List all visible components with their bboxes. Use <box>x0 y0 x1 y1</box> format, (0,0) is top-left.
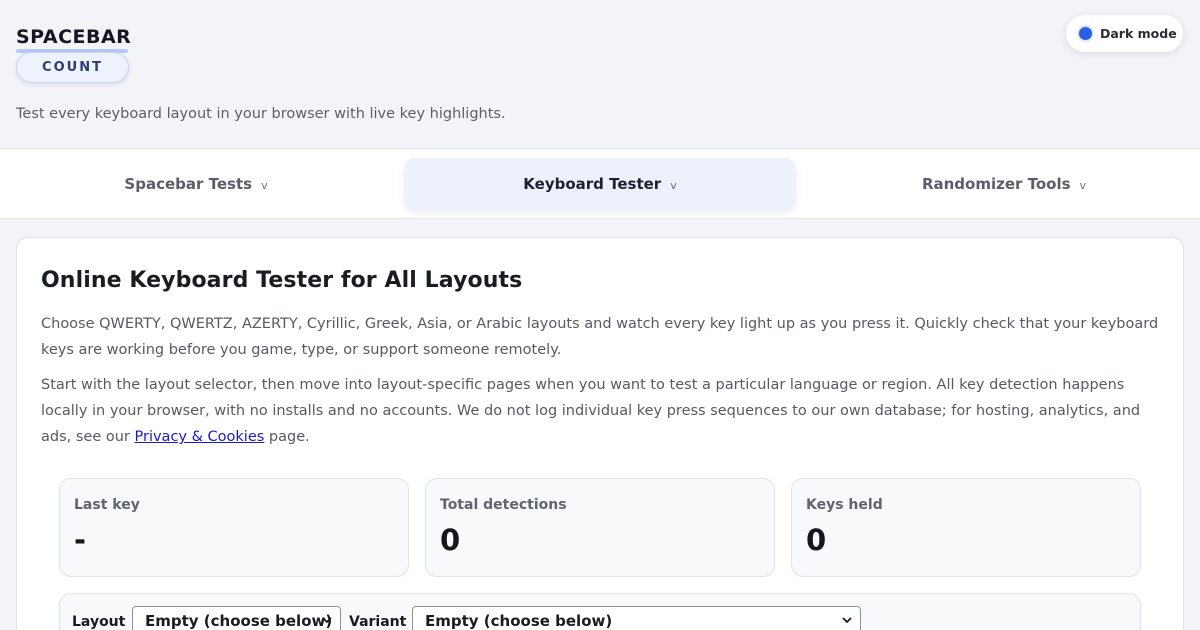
main-nav: Spacebar Tests v Keyboard Tester v Rando… <box>0 148 1200 219</box>
privacy-paragraph: Start with the layout selector, then mov… <box>41 372 1161 450</box>
stat-label: Keys held <box>806 497 883 513</box>
site-tagline: Test every keyboard layout in your brows… <box>16 106 506 122</box>
layout-controls: Layout Empty (choose below) Variant Empt… <box>59 593 1141 630</box>
chevron-down-icon <box>842 617 852 624</box>
privacy-text-end: page. <box>264 429 310 445</box>
intro-paragraph: Choose QWERTY, QWERTZ, AZERTY, Cyrillic,… <box>41 316 1159 358</box>
site-logo[interactable]: SPACEBAR COUNT <box>16 26 132 83</box>
site-header: SPACEBAR COUNT Test every keyboard layou… <box>0 0 1200 148</box>
layout-select[interactable]: Empty (choose below) <box>132 606 341 630</box>
nav-item-label: Spacebar Tests <box>124 175 253 193</box>
chevron-down-icon: v <box>261 179 268 192</box>
toggle-dot-icon <box>1079 27 1092 40</box>
nav-item-label: Keyboard Tester <box>523 175 662 193</box>
stat-value: - <box>74 523 87 557</box>
stat-label: Total detections <box>440 497 567 513</box>
privacy-cookies-link[interactable]: Privacy & Cookies <box>135 429 265 445</box>
chevron-down-icon: v <box>1079 179 1087 192</box>
page-title: Online Keyboard Tester for All Layouts <box>41 268 523 293</box>
stat-value: 0 <box>806 523 827 557</box>
logo-badge: COUNT <box>16 52 129 83</box>
stat-label: Last key <box>74 497 140 513</box>
keyboard-tester-card: Online Keyboard Tester for All Layouts C… <box>16 237 1184 630</box>
nav-spacebar-tests[interactable]: Spacebar Tests v <box>0 158 392 210</box>
stat-value: 0 <box>440 523 461 557</box>
logo-wordmark: SPACEBAR <box>16 26 132 48</box>
nav-keyboard-tester[interactable]: Keyboard Tester v <box>404 158 796 210</box>
layout-select-value: Empty (choose below) <box>145 612 333 630</box>
variant-label: Variant <box>349 614 407 630</box>
chevron-down-icon <box>322 617 332 624</box>
layout-label: Layout <box>72 614 126 630</box>
stat-last-key: Last key - <box>59 478 409 577</box>
nav-item-label: Randomizer Tools <box>921 175 1071 193</box>
dark-mode-toggle[interactable]: Dark mode <box>1066 15 1183 52</box>
nav-randomizer-tools[interactable]: Randomizer Tools v <box>808 158 1200 210</box>
variant-select-value: Empty (choose below) <box>425 612 613 630</box>
chevron-down-icon: v <box>670 179 677 192</box>
stat-total-detections: Total detections 0 <box>425 478 775 577</box>
stat-keys-held: Keys held 0 <box>791 478 1141 577</box>
variant-select[interactable]: Empty (choose below) <box>412 606 861 630</box>
dark-mode-label: Dark mode <box>1100 26 1177 41</box>
